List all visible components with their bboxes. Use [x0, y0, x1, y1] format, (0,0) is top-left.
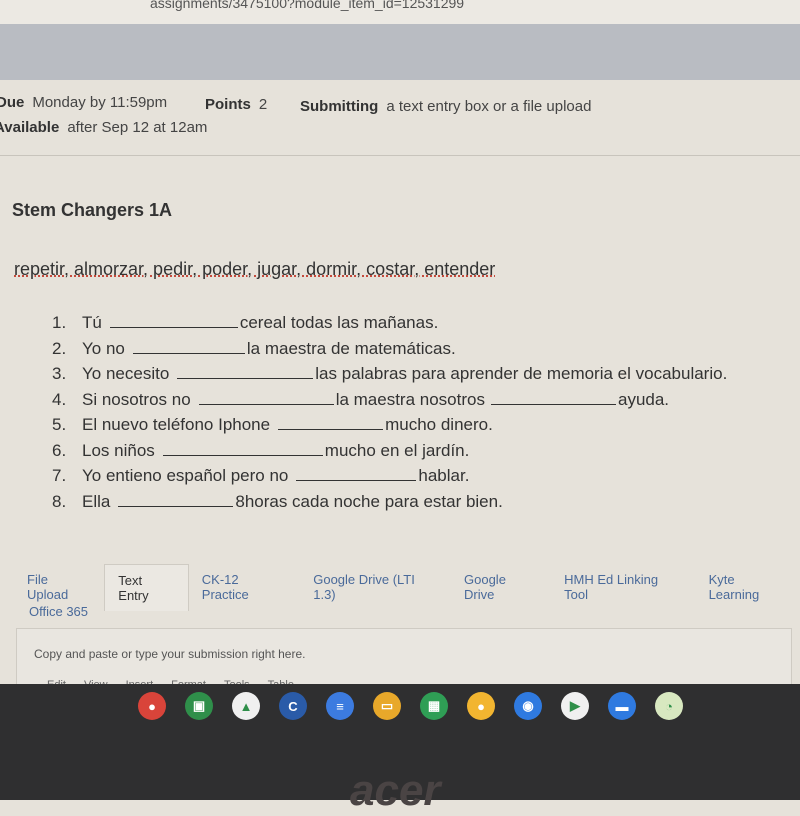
camera-icon[interactable]: ◉ [514, 692, 542, 720]
submission-tabs: File Upload Text Entry CK-12 Practice Googl… [14, 564, 800, 611]
item-continuation: mucho dinero. [385, 415, 493, 434]
item-continuation: hablar. [418, 466, 470, 485]
tab-ck-12-practice[interactable]: CK-12 Practice [189, 564, 300, 611]
item-prompt: Si nosotros no [82, 389, 191, 409]
exercise-list: 1. Tú cereal todas las mañanas. 2. Yo no la m… [52, 310, 727, 514]
answer-blank[interactable] [198, 389, 334, 405]
tab-google-drive-lti-1-3-[interactable]: Google Drive (LTI 1.3) [300, 564, 451, 611]
tab-hmh-ed-linking-tool[interactable]: HMH Ed Linking Tool [551, 564, 695, 611]
exercise-item: 3. Yo necesito las palabras para aprender … [52, 361, 727, 387]
sheets-icon[interactable]: ▦ [420, 692, 448, 720]
item-prompt: Ella [82, 491, 111, 511]
answer-blank[interactable] [278, 414, 384, 430]
chrome-icon[interactable]: ● [138, 692, 166, 720]
points-value: 2 [258, 96, 268, 113]
exercise-item: 2. Yo no la maestra de matemáticas. [52, 336, 727, 362]
tab-google-drive[interactable]: Google Drive [451, 564, 551, 611]
exercise-item: 7. Yo entieno español pero no hablar. [52, 463, 727, 489]
exercise-item: 4. Si nosotros no la maestra nosotros ayuda… [52, 387, 727, 413]
item-number: 5. [52, 415, 67, 434]
c-app-icon[interactable]: C [279, 692, 307, 720]
files-icon[interactable]: ▬ [608, 692, 636, 720]
submitting-value: a text entry box or a file upload [386, 98, 592, 115]
slides-icon[interactable]: ▭ [373, 692, 401, 720]
exercise-item: 5. El nuevo teléfono Iphone mucho dinero. [52, 412, 727, 438]
item-number: 7. [52, 466, 67, 485]
item-number: 3. [52, 364, 67, 383]
play-store-icon[interactable]: ▶ [561, 692, 589, 720]
docs-icon[interactable]: ≡ [326, 692, 354, 720]
item-continuation: cereal todas las mañanas. [239, 313, 439, 332]
item-prompt: Tú [82, 313, 102, 332]
page-header-band [0, 24, 800, 80]
item-ending: ayuda. [617, 389, 670, 409]
submitting-label: Submitting [300, 98, 379, 115]
keep-icon[interactable]: ● [467, 692, 495, 720]
tab-text-entry[interactable]: Text Entry [104, 564, 189, 611]
available-label: Available [0, 119, 60, 136]
item-number: 6. [52, 440, 67, 460]
item-prompt: Yo no [82, 338, 125, 358]
item-continuation: 8horas cada noche para estar bien. [235, 491, 503, 511]
item-prompt: Yo necesito [82, 364, 170, 383]
tab-office-365[interactable]: Office 365 [29, 604, 88, 619]
editor-placeholder: Copy and paste or type your submission r… [34, 647, 306, 661]
item-number: 1. [52, 313, 67, 332]
item-prompt: Yo entieno español pero no [82, 466, 289, 485]
address-bar[interactable]: assignments/3475100?module_item_id=12531… [0, 0, 800, 24]
answer-blank[interactable] [177, 363, 314, 379]
tab-kyte-learning[interactable]: Kyte Learning [696, 564, 800, 611]
item-number: 8. [52, 491, 67, 511]
timer-icon[interactable]: ◔ [655, 692, 683, 720]
due-value: Monday by 11:59pm [32, 94, 168, 111]
answer-blank[interactable] [296, 465, 417, 481]
due-label: Due [0, 94, 25, 111]
drive-icon[interactable]: ▲ [232, 692, 260, 720]
url-text: assignments/3475100?module_item_id=12531… [150, 0, 465, 11]
answer-blank[interactable] [162, 440, 323, 456]
points-label: Points [205, 96, 251, 113]
verb-list: repetir, almorzar, pedir, poder, jugar, … [14, 259, 496, 279]
answer-blank[interactable] [490, 389, 616, 405]
exercise-item: 6. Los niños mucho en el jardín. [52, 438, 727, 464]
answer-blank[interactable] [118, 491, 234, 507]
item-number: 2. [52, 338, 67, 358]
item-continuation: la maestra nosotros [335, 389, 485, 409]
exercise-item: 8. Ella 8horas cada noche para estar bien. [52, 489, 727, 515]
classroom-icon[interactable]: ▣ [185, 692, 213, 720]
item-prompt: El nuevo teléfono Iphone [82, 415, 271, 434]
available-value: after Sep 12 at 12am [67, 119, 208, 136]
exercise-item: 1. Tú cereal todas las mañanas. [52, 310, 727, 336]
assignment-title: Stem Changers 1A [12, 200, 173, 220]
taskbar: ● ▣ ▲ C ≡ ▭ ▦ ● ◉ ▶ ▬ ◔ acer [0, 684, 800, 815]
assignment-details: Due Monday by 11:59pm Points 2 Submitting a… [0, 80, 800, 156]
item-continuation: la maestra de matemáticas. [246, 338, 456, 358]
item-number: 4. [52, 389, 67, 409]
item-continuation: las palabras para aprender de memoria el… [315, 364, 728, 383]
answer-blank[interactable] [109, 312, 238, 328]
item-prompt: Los niños [82, 440, 155, 460]
acer-logo: acer [350, 766, 441, 815]
answer-blank[interactable] [132, 338, 245, 354]
item-continuation: mucho en el jardín. [324, 440, 470, 460]
